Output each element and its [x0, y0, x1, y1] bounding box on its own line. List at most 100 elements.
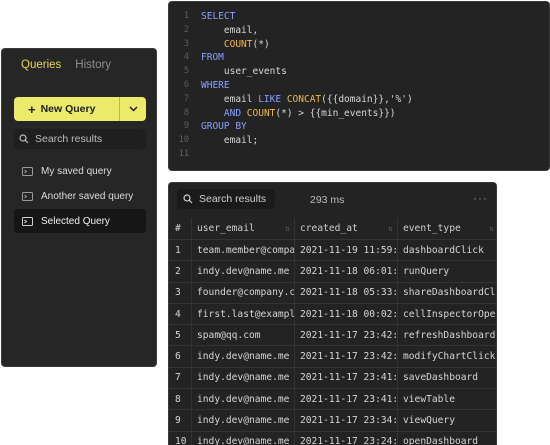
code-token: CONCAT: [286, 93, 322, 105]
sort-icon[interactable]: ⇅: [489, 224, 494, 233]
plus-icon: +: [28, 101, 36, 117]
saved-query-item[interactable]: My saved query: [14, 159, 146, 183]
new-query-button[interactable]: + New Query: [14, 97, 146, 121]
table-cell[interactable]: 6: [169, 346, 192, 367]
code-token: SELECT: [201, 11, 236, 22]
tab-history[interactable]: History: [75, 59, 111, 71]
table-cell[interactable]: 5: [169, 325, 192, 346]
table-cell[interactable]: indy.dev@name.me: [192, 346, 295, 367]
query-icon: [22, 191, 33, 201]
table-cell[interactable]: openDashboard: [398, 432, 496, 445]
code-line: 5 user_events: [169, 65, 413, 79]
tab-queries[interactable]: Queries: [21, 59, 61, 71]
table-cell[interactable]: 2021-11-17 23:42:3: [295, 346, 398, 367]
column-header[interactable]: event_type ⇅: [398, 218, 496, 239]
code-token: ({{domain}},'%'): [321, 93, 413, 105]
table-cell[interactable]: 2021-11-17 23:41:5: [295, 367, 398, 389]
table-cell[interactable]: indy.dev@name.me: [192, 367, 295, 389]
code-token: (*) > {{min_events}}): [275, 107, 396, 119]
table-cell[interactable]: dashboardClick: [398, 240, 496, 260]
table-row[interactable]: 10 indy.dev@name.me 2021-11-17 23:24:4 open…: [169, 431, 496, 445]
table-cell[interactable]: refreshDashboard: [398, 325, 496, 345]
code-token: WHERE: [201, 79, 230, 91]
table-cell[interactable]: viewQuery: [398, 410, 496, 430]
line-number: 9: [183, 121, 189, 132]
sql-editor[interactable]: 1 SELECT 2 email, 3 COUNT (*) 4 FROM 5 user_eve…: [168, 1, 550, 171]
table-cell[interactable]: 1: [169, 240, 192, 261]
table-row[interactable]: 8 indy.dev@name.me 2021-11-17 23:41:5 viewT…: [169, 389, 496, 411]
table-cell[interactable]: indy.dev@name.me: [192, 389, 295, 410]
table-row[interactable]: 1team.member@company2021-11-19 11:59:0da…: [169, 240, 496, 262]
saved-query-item[interactable]: Another saved query: [14, 184, 146, 208]
table-row[interactable]: 9 indy.dev@name.me 2021-11-17 23:34:4 viewQ…: [169, 410, 496, 432]
table-cell[interactable]: 8: [169, 389, 192, 410]
table-cell[interactable]: 2021-11-19 11:59:0: [295, 240, 398, 261]
line-number: 4: [183, 52, 189, 63]
code-line: 3 COUNT (*): [169, 38, 413, 52]
table-cell[interactable]: 2021-11-18 00:02:4: [295, 303, 398, 325]
results-search-input[interactable]: Search results: [177, 189, 275, 209]
table-cell[interactable]: 2021-11-18 06:01:2: [295, 261, 398, 282]
table-header-row: # user_email ⇅ created_at ⇅ event_type ⇅: [169, 218, 496, 240]
table-cell[interactable]: 9: [169, 410, 192, 431]
line-number: 6: [183, 79, 189, 90]
table-cell[interactable]: shareDashboardClick: [398, 283, 496, 303]
table-cell[interactable]: cellInspectorOpenC: [398, 304, 496, 324]
search-icon: [19, 134, 29, 144]
table-cell[interactable]: team.member@company: [192, 240, 295, 261]
code-line: 11: [169, 148, 413, 162]
code-token: LIKE: [258, 93, 282, 105]
table-cell[interactable]: 2021-11-18 05:33:2: [295, 282, 398, 303]
more-options-icon[interactable]: ···: [473, 191, 488, 205]
table-cell[interactable]: 4: [169, 303, 192, 325]
code-token: COUNT: [223, 38, 253, 50]
table-cell[interactable]: 2: [169, 261, 192, 282]
results-table: # user_email ⇅ created_at ⇅ event_type ⇅ 1 team.…: [169, 218, 496, 445]
line-number: 8: [183, 107, 189, 118]
table-cell[interactable]: 2021-11-17 23:24:4: [295, 431, 398, 445]
column-header-label: user_email: [197, 223, 255, 234]
table-cell[interactable]: founder@company.co: [192, 282, 295, 303]
table-cell[interactable]: 10: [169, 431, 192, 445]
table-row[interactable]: 6 indy.dev@name.me 2021-11-17 23:42:3 modif…: [169, 346, 496, 368]
saved-query-label: Another saved query: [41, 190, 134, 202]
table-cell[interactable]: indy.dev@name.me: [192, 431, 295, 445]
query-icon: [22, 216, 33, 226]
table-row[interactable]: 7 indy.dev@name.me 2021-11-17 23:41:5 saveD…: [169, 367, 496, 390]
table-cell[interactable]: 2021-11-17 23:42:3: [295, 325, 398, 346]
table-row[interactable]: 5 spam@qq.com 2021-11-17 23:42:3 refreshDas…: [169, 325, 496, 347]
table-cell[interactable]: indy.dev@name.me: [192, 410, 295, 431]
table-cell[interactable]: spam@qq.com: [192, 325, 295, 346]
table-cell[interactable]: runQuery: [398, 261, 496, 281]
table-row[interactable]: 4 first.last@example 2021-11-18 00:02:4 cel…: [169, 303, 496, 326]
column-header[interactable]: created_at ⇅: [295, 218, 398, 239]
table-cell[interactable]: saveDashboard: [398, 368, 496, 388]
table-cell[interactable]: first.last@example: [192, 303, 295, 325]
line-number: 5: [183, 66, 189, 77]
column-header-label: created_at: [300, 223, 358, 234]
code-token: COUNT: [246, 107, 276, 119]
table-row[interactable]: 2 indy.dev@name.me 2021-11-18 06:01:2 runQu…: [169, 261, 496, 283]
query-icon: [22, 166, 33, 176]
code-line: 9 GROUP BY: [169, 120, 413, 134]
new-query-dropdown-button[interactable]: [119, 97, 146, 121]
sort-icon[interactable]: ⇅: [285, 224, 290, 233]
table-cell[interactable]: 7: [169, 367, 192, 389]
table-cell[interactable]: 3: [169, 282, 192, 303]
table-cell[interactable]: 2021-11-17 23:34:4: [295, 410, 398, 431]
column-header[interactable]: user_email ⇅: [192, 218, 295, 239]
sort-icon[interactable]: ⇅: [388, 224, 393, 233]
table-cell[interactable]: indy.dev@name.me: [192, 261, 295, 282]
sidebar-search-input[interactable]: Search results: [14, 129, 146, 149]
code-token: email: [201, 93, 259, 105]
saved-query-label: Selected Query: [41, 215, 110, 227]
saved-query-item-selected[interactable]: Selected Query: [14, 209, 146, 233]
line-number: 3: [183, 38, 189, 49]
table-row[interactable]: 3 founder@company.co 2021-11-18 05:33:2 sha…: [169, 282, 496, 304]
code-token: email,: [201, 24, 259, 36]
column-header[interactable]: #: [169, 218, 192, 239]
table-cell[interactable]: modifyChartClick: [398, 346, 496, 366]
table-cell[interactable]: viewTable: [398, 389, 496, 409]
table-cell[interactable]: 2021-11-17 23:41:5: [295, 389, 398, 410]
